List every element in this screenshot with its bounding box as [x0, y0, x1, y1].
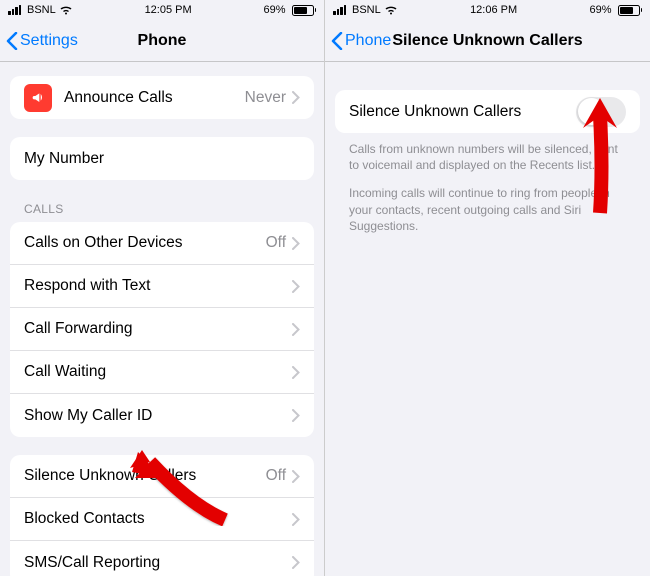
row-value: Never	[245, 89, 286, 107]
page-title: Silence Unknown Callers	[392, 32, 582, 50]
description-text-2: Incoming calls will continue to ring fro…	[325, 173, 650, 234]
row-respond-with-text[interactable]: Respond with Text	[10, 265, 314, 308]
status-bar: BSNL 12:06 PM 69%	[325, 0, 650, 20]
screen-phone-settings: BSNL 12:05 PM 69% Settings Phone Announc…	[0, 0, 325, 576]
signal-icon	[333, 5, 346, 15]
clock: 12:06 PM	[470, 4, 517, 16]
group-silence-toggle: Silence Unknown Callers	[335, 90, 640, 133]
back-label: Settings	[20, 32, 78, 50]
chevron-left-icon	[6, 32, 18, 50]
chevron-right-icon	[292, 556, 300, 569]
page-title: Phone	[138, 32, 187, 50]
chevron-right-icon	[292, 237, 300, 250]
group-calls: Calls on Other Devices Off Respond with …	[10, 222, 314, 437]
silence-toggle[interactable]	[576, 97, 626, 127]
carrier-label: BSNL	[27, 4, 56, 16]
clock: 12:05 PM	[145, 4, 192, 16]
row-label: Blocked Contacts	[24, 510, 292, 528]
chevron-right-icon	[292, 91, 300, 104]
section-header-calls: CALLS	[0, 180, 324, 222]
row-label: SMS/Call Reporting	[24, 554, 292, 572]
screen-silence-unknown: BSNL 12:06 PM 69% Phone Silence Unknown …	[325, 0, 650, 576]
row-label: Respond with Text	[24, 277, 292, 295]
chevron-right-icon	[292, 323, 300, 336]
row-my-number[interactable]: My Number	[10, 137, 314, 180]
row-label: Call Waiting	[24, 363, 292, 381]
chevron-right-icon	[292, 513, 300, 526]
battery-percent: 69%	[589, 4, 611, 16]
description-text-1: Calls from unknown numbers will be silen…	[325, 133, 650, 173]
row-label: Calls on Other Devices	[24, 234, 266, 252]
carrier-label: BSNL	[352, 4, 381, 16]
battery-icon	[289, 5, 317, 16]
row-sms-call-reporting[interactable]: SMS/Call Reporting	[10, 541, 314, 576]
row-label: Silence Unknown Callers	[349, 103, 576, 121]
battery-percent: 69%	[263, 4, 285, 16]
nav-bar: Phone Silence Unknown Callers	[325, 20, 650, 62]
row-announce-calls[interactable]: Announce Calls Never	[10, 76, 314, 119]
row-show-caller-id[interactable]: Show My Caller ID	[10, 394, 314, 437]
row-silence-unknown-callers[interactable]: Silence Unknown Callers Off	[10, 455, 314, 498]
row-label: Show My Caller ID	[24, 407, 292, 425]
chevron-right-icon	[292, 280, 300, 293]
chevron-left-icon	[331, 32, 343, 50]
row-call-waiting[interactable]: Call Waiting	[10, 351, 314, 394]
row-value: Off	[266, 467, 286, 485]
wifi-icon	[384, 5, 398, 15]
row-label: Call Forwarding	[24, 320, 292, 338]
nav-bar: Settings Phone	[0, 20, 324, 62]
row-label: Silence Unknown Callers	[24, 467, 266, 485]
wifi-icon	[59, 5, 73, 15]
back-label: Phone	[345, 32, 391, 50]
row-blocked-contacts[interactable]: Blocked Contacts	[10, 498, 314, 541]
battery-icon	[615, 5, 643, 16]
group-mynumber: My Number	[10, 137, 314, 180]
chevron-right-icon	[292, 470, 300, 483]
toggle-knob	[578, 98, 605, 125]
row-label: My Number	[24, 150, 300, 168]
chevron-right-icon	[292, 409, 300, 422]
row-call-forwarding[interactable]: Call Forwarding	[10, 308, 314, 351]
row-calls-other-devices[interactable]: Calls on Other Devices Off	[10, 222, 314, 265]
row-silence-toggle: Silence Unknown Callers	[335, 90, 640, 133]
group-announce: Announce Calls Never	[10, 76, 314, 119]
group-silence: Silence Unknown Callers Off Blocked Cont…	[10, 455, 314, 576]
back-button[interactable]: Phone	[331, 32, 391, 50]
back-button[interactable]: Settings	[6, 32, 78, 50]
announce-icon	[24, 84, 52, 112]
row-value: Off	[266, 234, 286, 252]
status-bar: BSNL 12:05 PM 69%	[0, 0, 324, 20]
signal-icon	[8, 5, 21, 15]
chevron-right-icon	[292, 366, 300, 379]
row-label: Announce Calls	[64, 89, 245, 107]
